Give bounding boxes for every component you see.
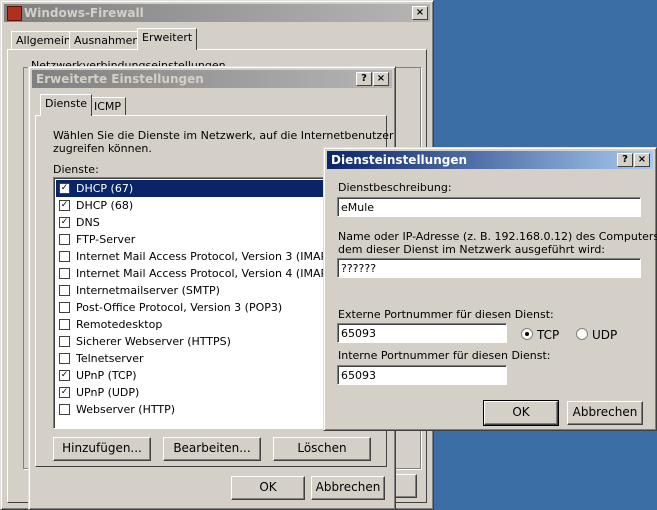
- close-icon: ×: [376, 73, 386, 84]
- service-label: Telnetserver: [76, 352, 144, 365]
- help-icon: ?: [361, 73, 367, 84]
- service-list-item[interactable]: ✓ DHCP (67): [56, 180, 352, 197]
- delete-service-button[interactable]: Löschen: [273, 437, 371, 461]
- service-cancel-button[interactable]: Abbrechen: [567, 401, 643, 425]
- udp-radio[interactable]: [576, 328, 588, 340]
- service-list-item[interactable]: ✓ UPnP (UDP): [56, 384, 352, 401]
- service-title: Diensteinstellungen: [331, 153, 468, 167]
- service-checkbox[interactable]: ✓: [59, 387, 70, 398]
- service-label: Post-Office Protocol, Version 3 (POP3): [76, 301, 283, 314]
- services-label: Dienste:: [53, 163, 99, 176]
- service-list-item[interactable]: Post-Office Protocol, Version 3 (POP3): [56, 299, 352, 316]
- tab-ausnahmen[interactable]: Ausnahmen: [69, 31, 145, 50]
- service-label: UPnP (TCP): [76, 369, 137, 382]
- service-label: Webserver (HTTP): [76, 403, 176, 416]
- tab-dienste[interactable]: Dienste: [40, 94, 93, 116]
- external-port-label: Externe Portnummer für diesen Dienst:: [338, 308, 554, 321]
- service-checkbox[interactable]: [59, 336, 70, 347]
- service-ok-button[interactable]: OK: [483, 400, 559, 426]
- advanced-close-button[interactable]: ×: [373, 72, 389, 86]
- service-checkbox[interactable]: [59, 268, 70, 279]
- service-checkbox[interactable]: ✓: [59, 217, 70, 228]
- service-checkbox[interactable]: [59, 285, 70, 296]
- add-service-button[interactable]: Hinzufügen...: [53, 437, 151, 461]
- close-icon: ×: [637, 154, 647, 165]
- service-label: Sicherer Webserver (HTTPS): [76, 335, 231, 348]
- service-checkbox[interactable]: ✓: [59, 200, 70, 211]
- edit-service-button[interactable]: Bearbeiten...: [163, 437, 261, 461]
- host-address-input[interactable]: ??????: [337, 258, 641, 278]
- service-checkbox[interactable]: [59, 353, 70, 364]
- service-list-item[interactable]: FTP-Server: [56, 231, 352, 248]
- service-label: DHCP (67): [76, 182, 134, 195]
- service-checkbox[interactable]: [59, 404, 70, 415]
- service-list-item[interactable]: ✓ UPnP (TCP): [56, 367, 352, 384]
- service-close-button[interactable]: ×: [634, 153, 650, 167]
- service-label: FTP-Server: [76, 233, 136, 246]
- advanced-cancel-button[interactable]: Abbrechen: [311, 476, 385, 500]
- services-description-line2: zugreifen können.: [53, 142, 152, 155]
- external-port-input[interactable]: 65093: [337, 323, 507, 343]
- service-list-item[interactable]: Internet Mail Access Protocol, Version 4…: [56, 265, 352, 282]
- host-label-line1: Name oder IP-Adresse (z. B. 192.168.0.12…: [338, 230, 657, 243]
- tcp-radio[interactable]: [521, 328, 533, 340]
- tab-erweitert[interactable]: Erweitert: [137, 28, 198, 50]
- service-list-item[interactable]: ✓ DHCP (68): [56, 197, 352, 214]
- service-description-label: Dienstbeschreibung:: [338, 181, 452, 194]
- service-checkbox[interactable]: [59, 319, 70, 330]
- service-list-item[interactable]: Internetmailserver (SMTP): [56, 282, 352, 299]
- services-list[interactable]: ✓ DHCP (67) ✓ DHCP (68) ✓ DNS FTP-Server Intern…: [53, 177, 355, 429]
- service-settings-window: Diensteinstellungen ? × Dienstbeschreibu…: [323, 147, 657, 431]
- service-checkbox[interactable]: ✓: [59, 183, 70, 194]
- service-list-item[interactable]: Telnetserver: [56, 350, 352, 367]
- service-label: Internet Mail Access Protocol, Version 4…: [76, 267, 339, 280]
- service-list-item[interactable]: Webserver (HTTP): [56, 401, 352, 418]
- service-list-item[interactable]: Sicherer Webserver (HTTPS): [56, 333, 352, 350]
- service-list-item[interactable]: Remotedesktop: [56, 316, 352, 333]
- advanced-titlebar: Erweiterte Einstellungen ? ×: [32, 70, 392, 88]
- service-label: DNS: [76, 216, 100, 229]
- firewall-app-icon: [7, 6, 22, 21]
- host-label-line2: dem dieser Dienst im Netzwerk ausgeführt…: [338, 243, 606, 256]
- service-titlebar: Diensteinstellungen ? ×: [327, 151, 653, 169]
- tab-allgemein[interactable]: Allgemein: [11, 31, 76, 50]
- service-label: Remotedesktop: [76, 318, 163, 331]
- advanced-ok-button[interactable]: OK: [231, 476, 305, 500]
- firewall-titlebar: Windows-Firewall ×: [4, 4, 430, 22]
- firewall-close-button[interactable]: ×: [412, 6, 428, 20]
- tab-icmp[interactable]: ICMP: [89, 97, 127, 116]
- service-list-item[interactable]: Internet Mail Access Protocol, Version 3…: [56, 248, 352, 265]
- udp-label: UDP: [592, 328, 618, 342]
- service-checkbox[interactable]: ✓: [59, 370, 70, 381]
- service-label: DHCP (68): [76, 199, 134, 212]
- service-description-input[interactable]: eMule: [337, 197, 641, 217]
- service-checkbox[interactable]: [59, 251, 70, 262]
- service-checkbox[interactable]: [59, 302, 70, 313]
- tcp-label: TCP: [537, 328, 560, 342]
- firewall-title: Windows-Firewall: [24, 6, 144, 20]
- service-label: Internet Mail Access Protocol, Version 3…: [76, 250, 339, 263]
- internal-port-input[interactable]: 65093: [337, 365, 507, 385]
- services-description-line1: Wählen Sie die Dienste im Netzwerk, auf …: [53, 129, 394, 142]
- service-label: Internetmailserver (SMTP): [76, 284, 220, 297]
- advanced-help-button[interactable]: ?: [356, 72, 372, 86]
- internal-port-label: Interne Portnummer für diesen Dienst:: [338, 349, 551, 362]
- advanced-title: Erweiterte Einstellungen: [36, 72, 204, 86]
- close-icon: ×: [415, 7, 425, 18]
- service-label: UPnP (UDP): [76, 386, 140, 399]
- service-list-item[interactable]: ✓ DNS: [56, 214, 352, 231]
- service-help-button[interactable]: ?: [617, 153, 633, 167]
- service-checkbox[interactable]: [59, 234, 70, 245]
- help-icon: ?: [622, 154, 628, 165]
